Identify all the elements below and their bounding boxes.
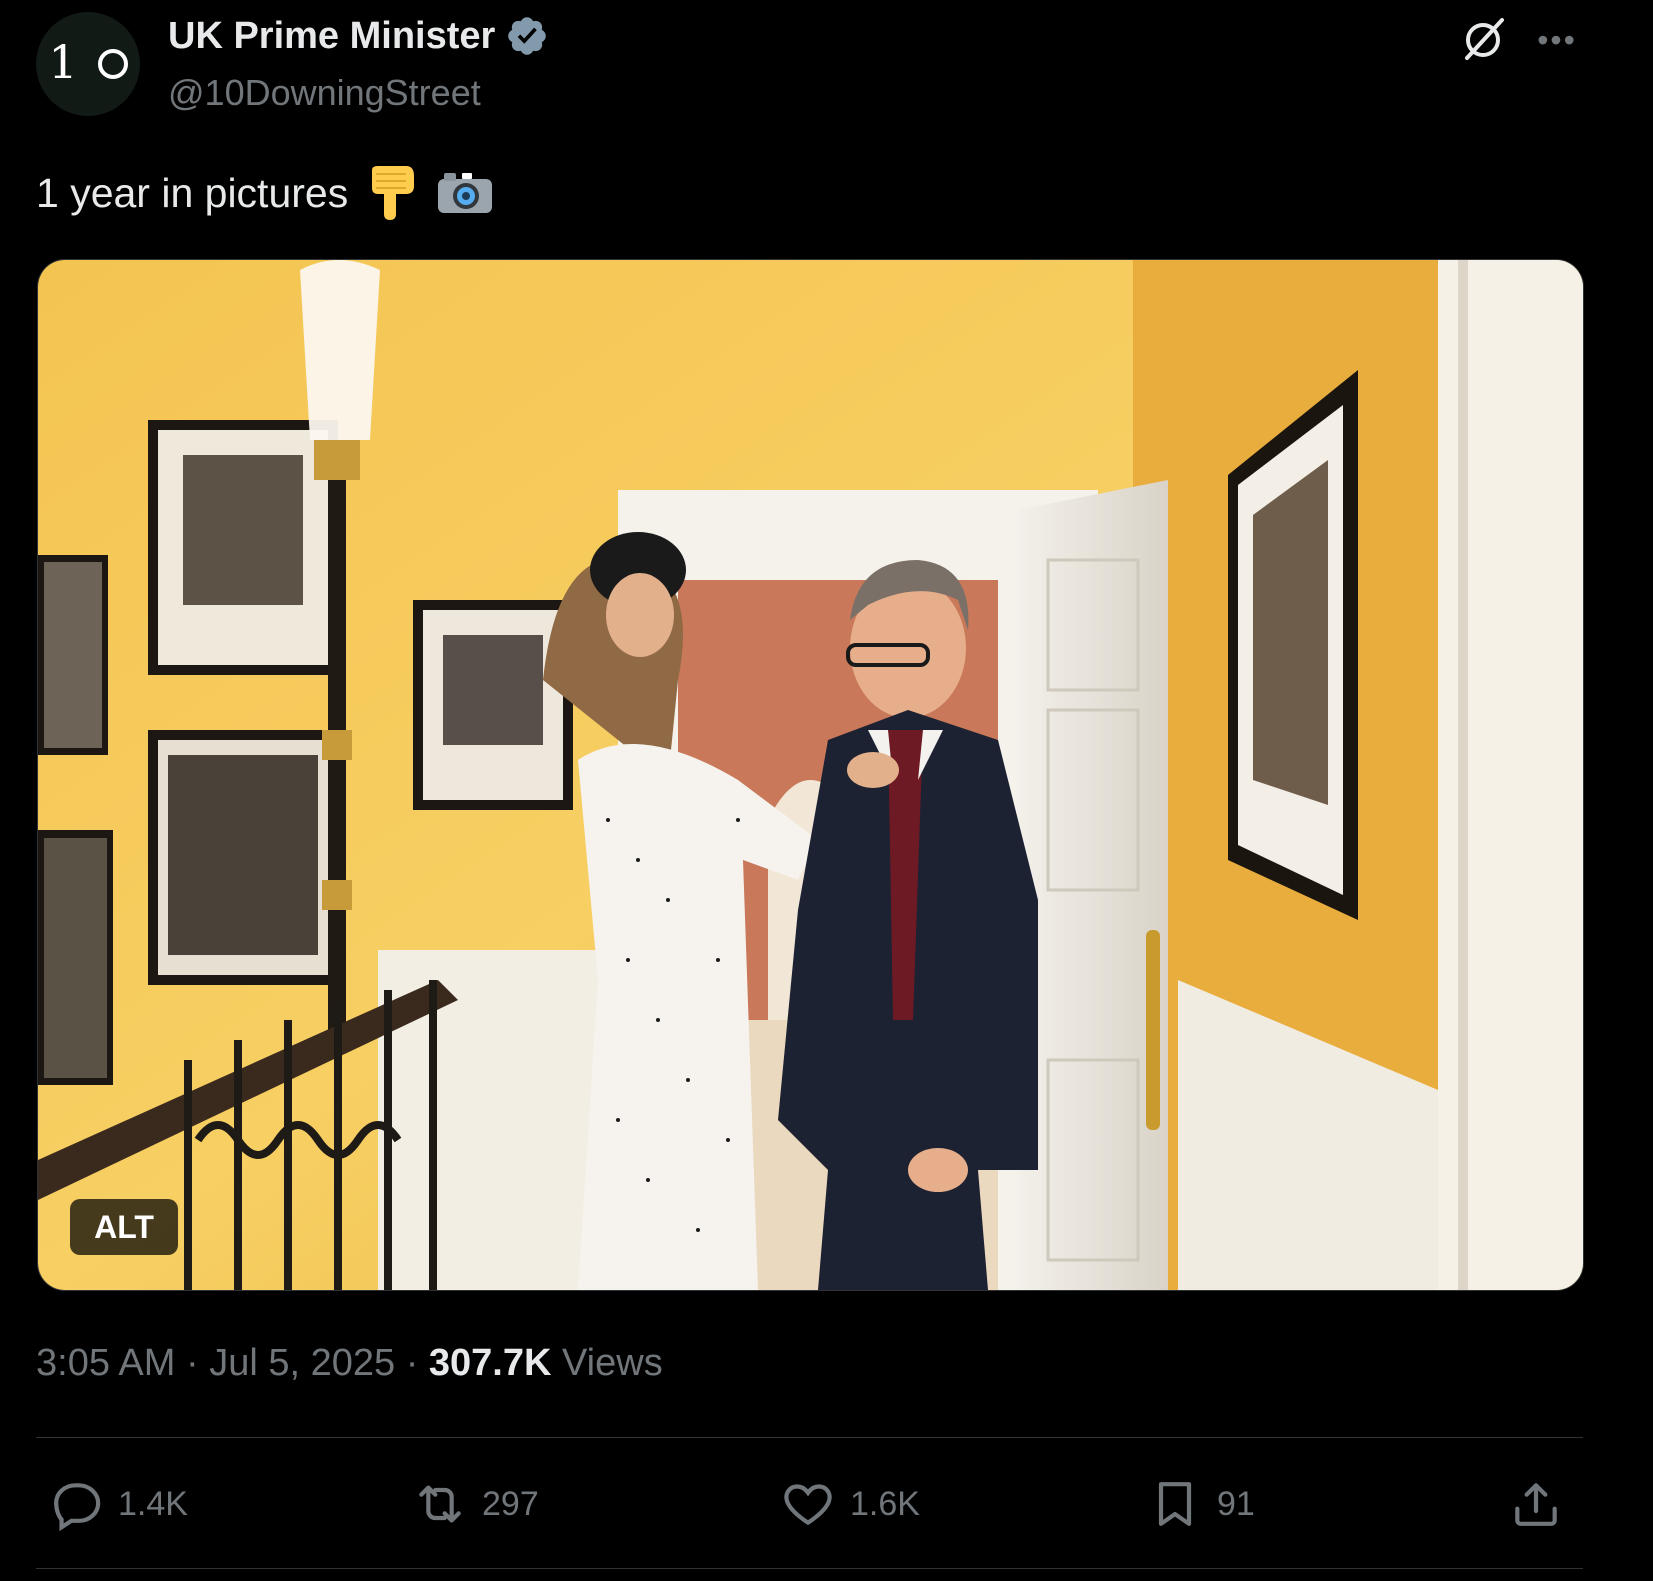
views-label: Views (562, 1342, 663, 1384)
reply-icon (54, 1483, 101, 1532)
avatar[interactable]: 1 (36, 12, 140, 116)
reply-count: 1.4K (118, 1484, 188, 1523)
share-icon (1515, 1483, 1557, 1526)
tweet-date[interactable]: Jul 5, 2025 (209, 1342, 395, 1384)
bookmark-button[interactable]: 91 (1147, 1474, 1255, 1534)
tweet-meta: 3:05 AM · Jul 5, 2025 · 307.7K Views (36, 1342, 663, 1385)
verified-badge-icon[interactable] (505, 14, 549, 58)
tweet-text: 1 year in pictures (36, 169, 349, 216)
pointing-down-emoji-icon (372, 166, 415, 220)
like-button[interactable]: 1.6K (780, 1474, 920, 1534)
tweet-text-row: 1 year in pictures (36, 164, 494, 222)
photo-illustration (38, 260, 1583, 1290)
display-name[interactable]: UK Prime Minister (168, 15, 495, 58)
display-name-row[interactable]: UK Prime Minister (168, 14, 549, 58)
alt-text-button[interactable]: ALT (70, 1199, 178, 1255)
more-options-icon[interactable]: ••• (1536, 20, 1578, 60)
camera-with-flash-emoji-icon (438, 173, 493, 213)
heart-icon (784, 1484, 832, 1526)
avatar-ring (97, 49, 128, 79)
tweet-time[interactable]: 3:05 AM (36, 1342, 175, 1384)
share-button[interactable] (1508, 1474, 1564, 1534)
divider (36, 1437, 1583, 1438)
reply-button[interactable]: 1.4K (48, 1474, 188, 1534)
bookmark-icon (1158, 1482, 1192, 1526)
tweet-card: 1 UK Prime Minister @10DowningStreet •••… (0, 0, 1600, 1581)
avatar-text: 1 (48, 35, 84, 89)
like-count: 1.6K (850, 1484, 920, 1523)
repost-button[interactable]: 297 (412, 1474, 539, 1534)
handle[interactable]: @10DowningStreet (168, 72, 481, 114)
grok-icon[interactable] (1458, 14, 1508, 64)
tweet-photo[interactable] (37, 259, 1584, 1291)
repost-icon (419, 1485, 461, 1523)
repost-count: 297 (482, 1484, 539, 1523)
divider (36, 1568, 1583, 1569)
bookmark-count: 91 (1217, 1484, 1255, 1523)
meta-separator: · (185, 1342, 199, 1384)
views-count: 307.7K (428, 1342, 552, 1384)
meta-separator: · (405, 1342, 419, 1384)
